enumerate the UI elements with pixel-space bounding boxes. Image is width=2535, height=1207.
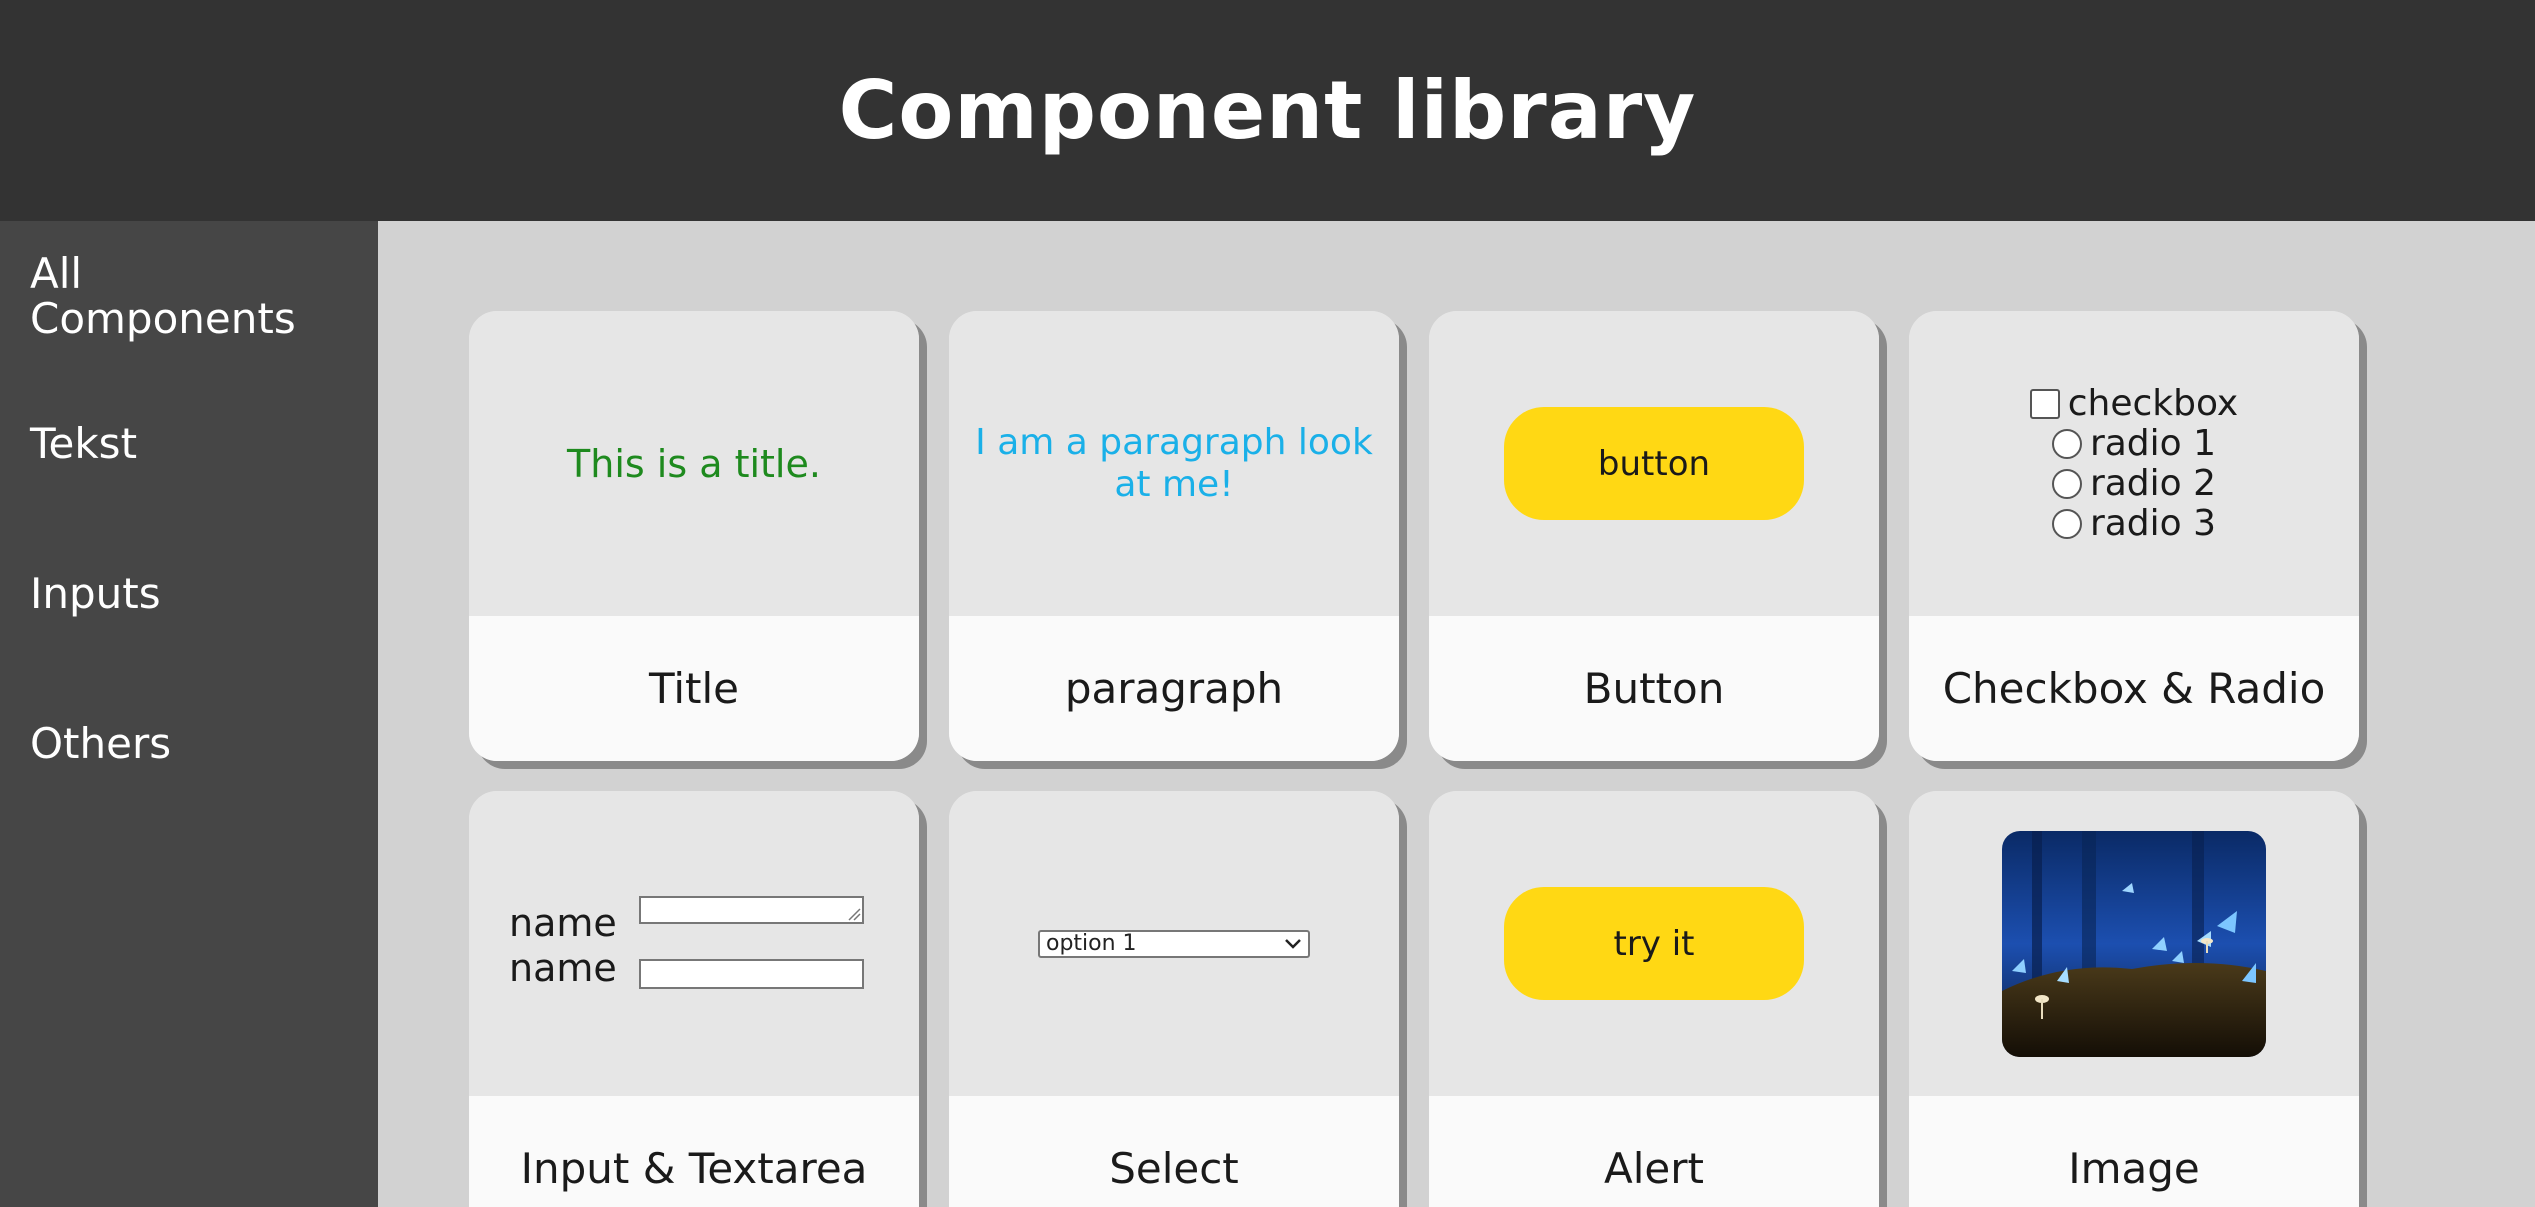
checkbox-row: checkbox [2029,382,2239,424]
radio-label: radio 3 [2089,502,2217,544]
resize-handle-icon[interactable] [847,907,861,921]
card-preview: This is a title. [469,311,919,616]
card-preview: I am a paragraph look at me! [949,311,1399,616]
card-preview: button [1429,311,1879,616]
card-select[interactable]: option 1 Select [949,791,1399,1207]
card-input-textarea[interactable]: name name Input & Textarea [469,791,919,1207]
radio-label: radio 1 [2089,422,2217,464]
sidebar: All Components Tekst Inputs Others [0,221,378,1207]
demo-form: name name [469,791,919,1096]
demo-radio-3[interactable] [2051,508,2082,539]
demo-button[interactable]: button [1504,407,1804,520]
checkbox-label: checkbox [2067,382,2239,424]
demo-image [2002,830,2266,1057]
demo-radio-2[interactable] [2051,468,2082,499]
card-caption: paragraph [949,616,1399,761]
demo-select[interactable]: option 1 [1038,929,1310,958]
demo-title-text: This is a title. [567,441,821,486]
card-caption: Select [949,1096,1399,1207]
choice-group: checkbox radio 1 radio 2 radio 3 [2029,382,2239,544]
component-grid: This is a title. Title I am a paragraph … [378,221,2535,1207]
sidebar-item-others[interactable]: Others [30,721,350,766]
demo-paragraph-text: I am a paragraph look at me! [975,421,1373,505]
card-preview [1909,791,2359,1096]
chevron-down-icon [1285,938,1301,949]
radio-row-2: radio 2 [2051,462,2217,504]
card-paragraph[interactable]: I am a paragraph look at me! paragraph [949,311,1399,761]
sidebar-item-inputs[interactable]: Inputs [30,571,350,616]
demo-input[interactable] [639,959,864,989]
card-preview: option 1 [949,791,1399,1096]
radio-row-3: radio 3 [2051,502,2217,544]
demo-checkbox[interactable] [2029,388,2060,419]
select-value: option 1 [1046,931,1137,956]
card-alert[interactable]: try it Alert [1429,791,1879,1207]
card-caption: Button [1429,616,1879,761]
card-title[interactable]: This is a title. Title [469,311,919,761]
textarea-label: name [509,901,617,945]
card-checkbox-radio[interactable]: checkbox radio 1 radio 2 radio 3 Checkbo… [1909,311,2359,761]
card-button[interactable]: button Button [1429,311,1879,761]
card-preview: checkbox radio 1 radio 2 radio 3 [1909,311,2359,616]
card-caption: Title [469,616,919,761]
card-image[interactable]: Image [1909,791,2359,1207]
card-caption: Checkbox & Radio [1909,616,2359,761]
card-preview: try it [1429,791,1879,1096]
try-it-button[interactable]: try it [1504,887,1804,1000]
input-label: name [509,946,617,990]
card-preview: name name [469,791,919,1096]
radio-row-1: radio 1 [2051,422,2217,464]
card-caption: Input & Textarea [469,1096,919,1207]
radio-label: radio 2 [2089,462,2217,504]
header: Component library [0,0,2535,221]
card-caption: Image [1909,1096,2359,1207]
sidebar-item-all-components[interactable]: All Components [30,251,350,341]
card-caption: Alert [1429,1096,1879,1207]
page-title: Component library [838,64,1697,157]
demo-textarea[interactable] [639,896,864,924]
demo-radio-1[interactable] [2051,428,2082,459]
sidebar-item-tekst[interactable]: Tekst [30,421,350,466]
